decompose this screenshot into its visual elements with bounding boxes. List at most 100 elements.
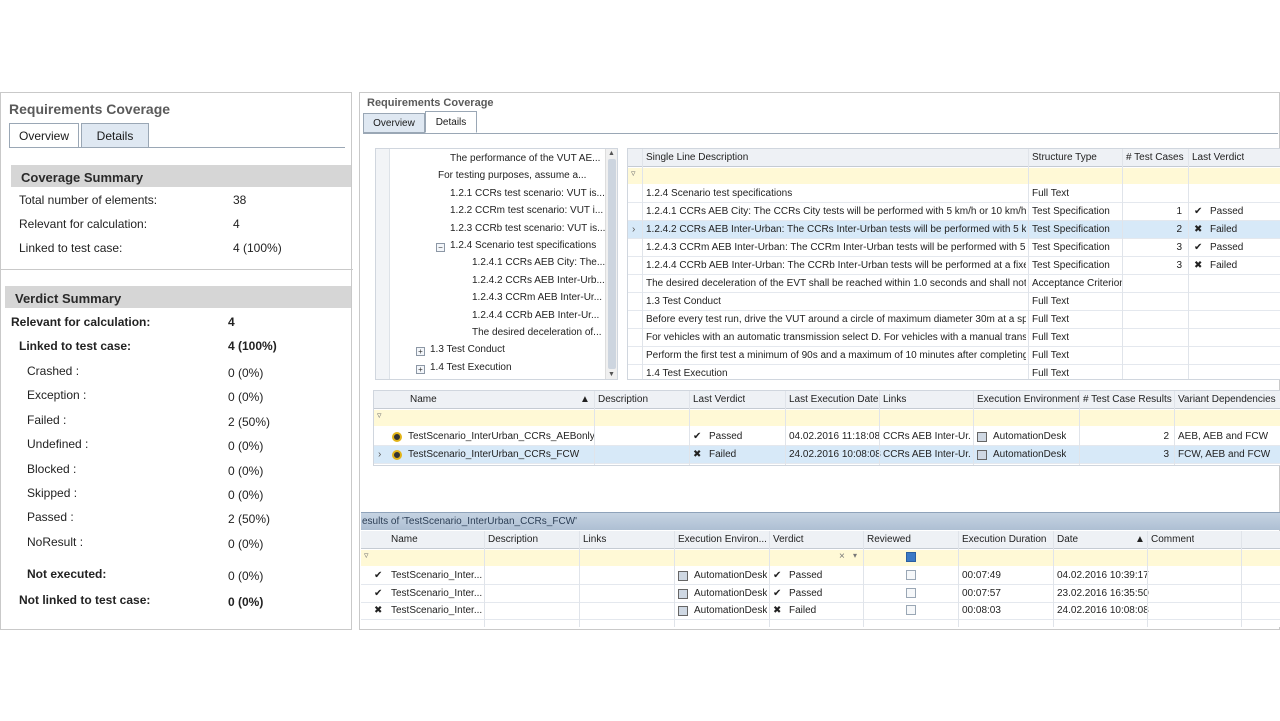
req-row[interactable]: Perform the first test a minimum of 90s …: [628, 347, 1280, 365]
col-last-verdict[interactable]: Last Verdict: [1192, 152, 1244, 163]
req-description: For vehicles with an automatic transmiss…: [646, 332, 1026, 343]
test-case-row[interactable]: › TestScenario_InterUrban_CCRs_FCW ✖ Failed…: [374, 446, 1280, 464]
req-row[interactable]: 1.2.4.3 CCRm AEB Inter-Urban: The CCRm I…: [628, 239, 1280, 257]
tree-node[interactable]: The desired deceleration of...: [472, 327, 602, 338]
result-row[interactable]: ✔ TestScenario_Inter... AutomationDesk ✔ Pas…: [361, 585, 1280, 603]
reviewed-filter-checkbox[interactable]: [906, 552, 916, 562]
result-date: 23.02.2016 16:35:50: [1057, 587, 1149, 599]
clear-filter-icon[interactable]: ×: [839, 551, 845, 562]
tree-node[interactable]: 1.2.4.1 CCRs AEB City: The...: [472, 257, 605, 268]
reviewed-checkbox[interactable]: [906, 570, 916, 580]
verdict-row-value: 0 (0%): [228, 390, 264, 405]
req-row[interactable]: 1.2.4 Scenario test specifications Full T…: [628, 185, 1280, 203]
tree-scroll-thumb[interactable]: [608, 159, 616, 369]
req-row[interactable]: › 1.2.4.2 CCRs AEB Inter-Urban: The CCRs …: [628, 221, 1280, 239]
tc-exec-date: 24.02.2016 10:08:08: [789, 449, 881, 460]
req-structure-type: Full Text: [1032, 188, 1070, 199]
tree-node[interactable]: 1.4 Test Execution: [430, 362, 512, 373]
tree-node[interactable]: 1.2.4.4 CCRb AEB Inter-Ur...: [472, 310, 599, 321]
result-row[interactable]: ✔ TestScenario_Inter... AutomationDesk ✔ Pas…: [361, 567, 1280, 585]
result-exec-env: AutomationDesk: [694, 605, 768, 616]
tree-node[interactable]: The performance of the VUT AE...: [450, 153, 600, 164]
tree-node[interactable]: 1.2.3 CCRb test scenario: VUT is...: [450, 223, 605, 234]
req-row[interactable]: 1.2.4.4 CCRb AEB Inter-Urban: The CCRb I…: [628, 257, 1280, 275]
col-res-comment[interactable]: Comment: [1151, 534, 1194, 545]
scroll-down-icon[interactable]: ▼: [608, 371, 615, 378]
tab-overview-left[interactable]: Overview: [9, 123, 79, 148]
verdict-row-value: 0 (0%): [228, 439, 264, 454]
tree-node[interactable]: For testing purposes, assume a...: [438, 170, 586, 181]
col-tc-variants[interactable]: Variant Dependencies: [1178, 394, 1276, 405]
col-res-links[interactable]: Links: [583, 534, 606, 545]
req-test-case-count: 2: [1176, 224, 1182, 235]
result-exec-env: AutomationDesk: [694, 570, 768, 581]
results-grid-header: Name Description Links Execution Environ…: [361, 531, 1280, 549]
req-description: 1.2.4.2 CCRs AEB Inter-Urban: The CCRs I…: [646, 224, 1026, 235]
req-row[interactable]: 1.4 Test Execution Full Text: [628, 365, 1280, 379]
scroll-up-icon[interactable]: ▲: [608, 150, 615, 157]
tree-row-selector-column: [376, 149, 390, 379]
result-name: TestScenario_Inter...: [391, 605, 483, 616]
tc-links[interactable]: CCRs AEB Inter-Ur...: [883, 449, 971, 460]
tc-filter-row[interactable]: ▿: [374, 410, 1280, 426]
tc-links[interactable]: CCRs AEB Inter-Ur...: [883, 431, 971, 442]
tree-node[interactable]: 1.2.4.3 CCRm AEB Inter-Ur...: [472, 292, 602, 303]
verdict-row-label: Skipped :: [27, 486, 78, 500]
tab-details-left[interactable]: Details: [81, 123, 149, 148]
col-tc-last-exec-date[interactable]: Last Execution Date: [789, 394, 879, 405]
expand-icon[interactable]: +: [416, 364, 425, 374]
tab-details-right[interactable]: Details: [425, 111, 477, 133]
tree-node[interactable]: 1.2.1 CCRs test scenario: VUT is...: [450, 188, 605, 199]
sort-icon[interactable]: ▲: [580, 394, 590, 405]
tree-scrollbar[interactable]: ▲ ▼: [605, 149, 617, 379]
col-tc-name[interactable]: Name: [410, 394, 437, 405]
test-case-row[interactable]: TestScenario_InterUrban_CCRs_AEBonly ✔ Pas…: [374, 428, 1280, 446]
sort-desc-icon[interactable]: ▲: [1135, 534, 1145, 545]
req-row[interactable]: 1.3 Test Conduct Full Text: [628, 293, 1280, 311]
automationdesk-icon: [678, 571, 688, 581]
req-row[interactable]: Before every test run, drive the VUT aro…: [628, 311, 1280, 329]
col-tc-last-verdict[interactable]: Last Verdict: [693, 394, 745, 405]
expand-icon[interactable]: +: [416, 347, 425, 357]
col-res-duration[interactable]: Execution Duration: [962, 534, 1047, 545]
reviewed-checkbox[interactable]: [906, 587, 916, 598]
col-res-name[interactable]: Name: [391, 534, 418, 545]
result-date: 24.02.2016 10:08:08: [1057, 605, 1149, 616]
col-res-description[interactable]: Description: [488, 534, 538, 545]
tab-overview-right[interactable]: Overview: [363, 113, 425, 133]
col-single-line-description[interactable]: Single Line Description: [646, 152, 748, 163]
col-tc-results[interactable]: # Test Case Results: [1083, 394, 1172, 405]
results-filter-row[interactable]: ▿ × ▾: [361, 550, 1280, 566]
col-tc-links[interactable]: Links: [883, 394, 906, 405]
tree-node[interactable]: 1.2.4.2 CCRs AEB Inter-Urb...: [472, 275, 605, 286]
req-structure-type: Acceptance Criterion: [1032, 278, 1122, 289]
tree-node[interactable]: 1.2.4 Scenario test specifications: [450, 240, 596, 251]
result-verdict: Failed: [789, 605, 817, 616]
req-row[interactable]: For vehicles with an automatic transmiss…: [628, 329, 1280, 347]
col-res-verdict[interactable]: Verdict: [773, 534, 804, 545]
col-res-date[interactable]: Date: [1057, 534, 1078, 545]
verdict-linked-label: Linked to test case:: [19, 339, 132, 353]
verdict-row-value: 0 (0%): [228, 488, 264, 502]
col-res-exec-env[interactable]: Execution Environ...: [678, 534, 767, 545]
check-icon: ✔: [773, 570, 782, 581]
req-row[interactable]: The desired deceleration of the EVT shal…: [628, 275, 1280, 293]
col-test-cases[interactable]: # Test Cases: [1126, 152, 1184, 163]
col-structure-type[interactable]: Structure Type: [1032, 152, 1097, 163]
tc-exec-date: 04.02.2016 11:18:08: [789, 431, 881, 442]
reviewed-checkbox[interactable]: [906, 605, 916, 615]
filter-dropdown-icon[interactable]: ▾: [853, 551, 857, 560]
tree-node[interactable]: 1.3 Test Conduct: [430, 344, 505, 355]
result-duration: 00:07:49: [962, 570, 1001, 581]
req-filter-row[interactable]: ▿: [628, 168, 1280, 184]
verdict-row-label: NoResult :: [27, 534, 84, 549]
col-res-reviewed[interactable]: Reviewed: [867, 534, 911, 545]
col-tc-description[interactable]: Description: [598, 394, 648, 405]
tree-node[interactable]: 1.2.2 CCRm test scenario: VUT i...: [450, 205, 603, 216]
verdict-row-value: 2 (50%): [228, 512, 271, 527]
result-row[interactable]: ✖ TestScenario_Inter... AutomationDesk ✖ Fai…: [361, 602, 1280, 620]
results-grid: Name Description Links Execution Environ…: [361, 531, 1280, 627]
req-row[interactable]: 1.2.4.1 CCRs AEB City: The CCRs City tes…: [628, 203, 1280, 221]
col-tc-exec-env[interactable]: Execution Environment: [977, 394, 1080, 405]
collapse-icon[interactable]: −: [436, 243, 445, 252]
